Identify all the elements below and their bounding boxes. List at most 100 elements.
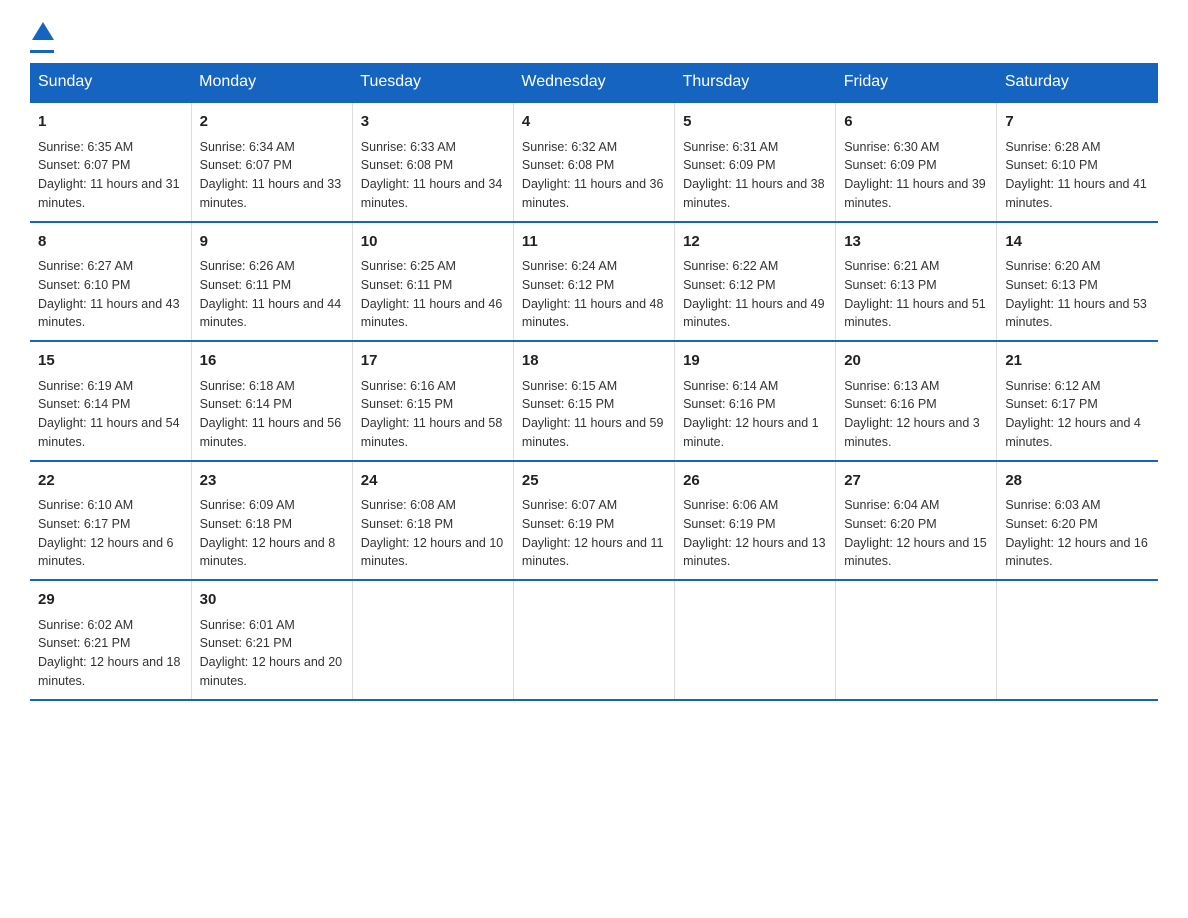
weekday-header-thursday: Thursday [675,63,836,102]
logo-text [30,20,54,48]
calendar-cell: 29 Sunrise: 6:02 AMSunset: 6:21 PMDayligh… [30,580,191,700]
day-info: Sunrise: 6:26 AMSunset: 6:11 PMDaylight:… [200,257,344,332]
day-number: 2 [200,111,344,134]
calendar-table: SundayMondayTuesdayWednesdayThursdayFrid… [30,63,1158,701]
week-row-5: 29 Sunrise: 6:02 AMSunset: 6:21 PMDayligh… [30,580,1158,700]
calendar-cell [836,580,997,700]
day-info: Sunrise: 6:33 AMSunset: 6:08 PMDaylight:… [361,138,505,213]
calendar-cell: 22 Sunrise: 6:10 AMSunset: 6:17 PMDayligh… [30,461,191,581]
calendar-cell: 23 Sunrise: 6:09 AMSunset: 6:18 PMDayligh… [191,461,352,581]
calendar-cell: 27Sunrise: 6:04 AMSunset: 6:20 PMDayligh… [836,461,997,581]
weekday-header-row: SundayMondayTuesdayWednesdayThursdayFrid… [30,63,1158,102]
day-info: Sunrise: 6:13 AMSunset: 6:16 PMDaylight:… [844,377,988,452]
weekday-header-wednesday: Wednesday [513,63,674,102]
day-info: Sunrise: 6:09 AMSunset: 6:18 PMDaylight:… [200,496,344,571]
day-number: 23 [200,470,344,493]
weekday-header-tuesday: Tuesday [352,63,513,102]
day-info: Sunrise: 6:15 AMSunset: 6:15 PMDaylight:… [522,377,666,452]
day-info: Sunrise: 6:30 AMSunset: 6:09 PMDaylight:… [844,138,988,213]
week-row-4: 22 Sunrise: 6:10 AMSunset: 6:17 PMDayligh… [30,461,1158,581]
day-info: Sunrise: 6:22 AMSunset: 6:12 PMDaylight:… [683,257,827,332]
calendar-cell: 28Sunrise: 6:03 AMSunset: 6:20 PMDayligh… [997,461,1158,581]
week-row-3: 15 Sunrise: 6:19 AMSunset: 6:14 PMDayligh… [30,341,1158,461]
day-number: 25 [522,470,666,493]
weekday-header-sunday: Sunday [30,63,191,102]
calendar-cell: 24Sunrise: 6:08 AMSunset: 6:18 PMDayligh… [352,461,513,581]
day-info: Sunrise: 6:35 AMSunset: 6:07 PMDaylight:… [38,138,183,213]
day-number: 3 [361,111,505,134]
week-row-1: 1 Sunrise: 6:35 AMSunset: 6:07 PMDaylight… [30,102,1158,222]
day-number: 13 [844,231,988,254]
day-number: 7 [1005,111,1150,134]
calendar-cell: 17 Sunrise: 6:16 AMSunset: 6:15 PMDayligh… [352,341,513,461]
day-info: Sunrise: 6:31 AMSunset: 6:09 PMDaylight:… [683,138,827,213]
calendar-cell: 11Sunrise: 6:24 AMSunset: 6:12 PMDayligh… [513,222,674,342]
logo-underline [30,50,54,53]
day-number: 11 [522,231,666,254]
day-number: 20 [844,350,988,373]
calendar-cell: 3 Sunrise: 6:33 AMSunset: 6:08 PMDaylight… [352,102,513,222]
calendar-cell [513,580,674,700]
weekday-header-monday: Monday [191,63,352,102]
calendar-cell: 19 Sunrise: 6:14 AMSunset: 6:16 PMDayligh… [675,341,836,461]
page-header [30,20,1158,53]
day-info: Sunrise: 6:20 AMSunset: 6:13 PMDaylight:… [1005,257,1150,332]
calendar-cell: 16Sunrise: 6:18 AMSunset: 6:14 PMDayligh… [191,341,352,461]
day-info: Sunrise: 6:32 AMSunset: 6:08 PMDaylight:… [522,138,666,213]
day-number: 27 [844,470,988,493]
logo-triangle-icon [32,20,54,42]
calendar-cell: 18Sunrise: 6:15 AMSunset: 6:15 PMDayligh… [513,341,674,461]
day-info: Sunrise: 6:10 AMSunset: 6:17 PMDaylight:… [38,496,183,571]
weekday-header-friday: Friday [836,63,997,102]
day-info: Sunrise: 6:34 AMSunset: 6:07 PMDaylight:… [200,138,344,213]
day-info: Sunrise: 6:06 AMSunset: 6:19 PMDaylight:… [683,496,827,571]
day-number: 15 [38,350,183,373]
day-info: Sunrise: 6:25 AMSunset: 6:11 PMDaylight:… [361,257,505,332]
day-info: Sunrise: 6:01 AMSunset: 6:21 PMDaylight:… [200,616,344,691]
day-info: Sunrise: 6:18 AMSunset: 6:14 PMDaylight:… [200,377,344,452]
calendar-cell: 21Sunrise: 6:12 AMSunset: 6:17 PMDayligh… [997,341,1158,461]
day-number: 21 [1005,350,1150,373]
day-number: 30 [200,589,344,612]
day-info: Sunrise: 6:14 AMSunset: 6:16 PMDaylight:… [683,377,827,452]
week-row-2: 8Sunrise: 6:27 AMSunset: 6:10 PMDaylight… [30,222,1158,342]
calendar-cell: 2 Sunrise: 6:34 AMSunset: 6:07 PMDaylight… [191,102,352,222]
day-number: 22 [38,470,183,493]
day-number: 29 [38,589,183,612]
day-info: Sunrise: 6:28 AMSunset: 6:10 PMDaylight:… [1005,138,1150,213]
calendar-cell: 13 Sunrise: 6:21 AMSunset: 6:13 PMDayligh… [836,222,997,342]
calendar-cell: 15 Sunrise: 6:19 AMSunset: 6:14 PMDayligh… [30,341,191,461]
calendar-cell: 30 Sunrise: 6:01 AMSunset: 6:21 PMDayligh… [191,580,352,700]
weekday-header-saturday: Saturday [997,63,1158,102]
calendar-cell: 7 Sunrise: 6:28 AMSunset: 6:10 PMDaylight… [997,102,1158,222]
calendar-cell: 1 Sunrise: 6:35 AMSunset: 6:07 PMDaylight… [30,102,191,222]
day-number: 9 [200,231,344,254]
calendar-cell: 12 Sunrise: 6:22 AMSunset: 6:12 PMDayligh… [675,222,836,342]
calendar-cell: 6Sunrise: 6:30 AMSunset: 6:09 PMDaylight… [836,102,997,222]
calendar-cell: 26 Sunrise: 6:06 AMSunset: 6:19 PMDayligh… [675,461,836,581]
day-info: Sunrise: 6:08 AMSunset: 6:18 PMDaylight:… [361,496,505,571]
day-info: Sunrise: 6:21 AMSunset: 6:13 PMDaylight:… [844,257,988,332]
day-info: Sunrise: 6:02 AMSunset: 6:21 PMDaylight:… [38,616,183,691]
calendar-cell: 8Sunrise: 6:27 AMSunset: 6:10 PMDaylight… [30,222,191,342]
day-info: Sunrise: 6:19 AMSunset: 6:14 PMDaylight:… [38,377,183,452]
calendar-cell: 20 Sunrise: 6:13 AMSunset: 6:16 PMDayligh… [836,341,997,461]
calendar-cell: 10 Sunrise: 6:25 AMSunset: 6:11 PMDayligh… [352,222,513,342]
day-number: 17 [361,350,505,373]
calendar-cell: 5 Sunrise: 6:31 AMSunset: 6:09 PMDaylight… [675,102,836,222]
calendar-cell [352,580,513,700]
day-number: 26 [683,470,827,493]
day-info: Sunrise: 6:07 AMSunset: 6:19 PMDaylight:… [522,496,666,571]
day-number: 19 [683,350,827,373]
day-number: 5 [683,111,827,134]
calendar-cell: 14Sunrise: 6:20 AMSunset: 6:13 PMDayligh… [997,222,1158,342]
logo [30,20,54,53]
day-number: 1 [38,111,183,134]
day-number: 12 [683,231,827,254]
day-info: Sunrise: 6:16 AMSunset: 6:15 PMDaylight:… [361,377,505,452]
day-number: 10 [361,231,505,254]
calendar-cell: 4Sunrise: 6:32 AMSunset: 6:08 PMDaylight… [513,102,674,222]
calendar-cell: 9 Sunrise: 6:26 AMSunset: 6:11 PMDaylight… [191,222,352,342]
day-number: 8 [38,231,183,254]
calendar-cell [997,580,1158,700]
